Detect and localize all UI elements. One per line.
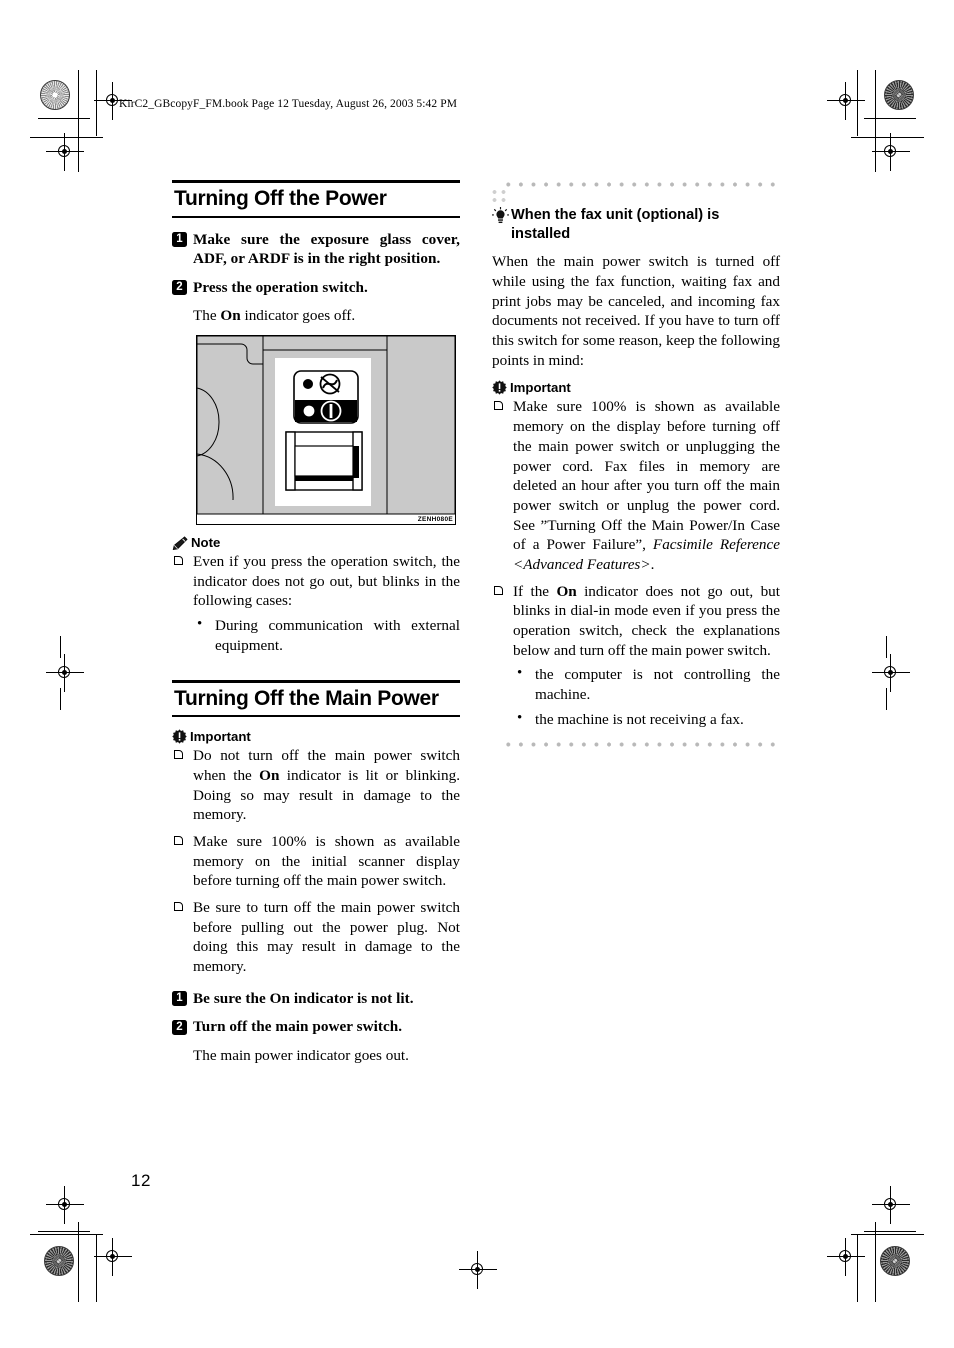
right-column: When the fax unit (optional) is installe… (490, 180, 780, 747)
important-item-text: Make sure 100% is shown as available mem… (513, 398, 780, 554)
note-sublist-item: During communication with external equip… (193, 615, 460, 656)
on-indicator-label: On (259, 766, 280, 784)
running-head: KirC2_GBcopyF_FM.book Page 12 Tuesday, A… (119, 98, 458, 110)
important-label-text: Important (510, 380, 571, 396)
tip-callout: When the fax unit (optional) is installe… (490, 180, 780, 747)
note-label: Note (172, 535, 460, 550)
registration-crosshair (872, 133, 910, 171)
on-indicator-label: On (556, 582, 577, 600)
crop-rule (864, 118, 916, 120)
important-list-item: Make sure 100% is shown as available mem… (492, 397, 780, 574)
important-item-text-end: . (650, 555, 655, 573)
figure-code: ZENH080E (417, 516, 453, 524)
square-bullet-icon (174, 556, 183, 566)
page-number: 12 (131, 1171, 151, 1190)
registration-crosshair (872, 654, 910, 692)
important-list-item: Do not turn off the main power switch wh… (172, 746, 460, 825)
step-result-text: The On indicator goes off. (193, 306, 460, 326)
dotted-rule-top (490, 182, 780, 202)
crop-rule (886, 688, 888, 710)
crop-rule (851, 1234, 924, 1236)
crop-rule (875, 70, 877, 172)
step-result-prefix: The (193, 307, 221, 325)
section-heading-turning-off-the-power: Turning Off the Power (172, 180, 460, 218)
crop-rule (886, 636, 888, 658)
crop-rule (78, 70, 80, 172)
step-result-text: The main power indicator goes out. (193, 1046, 409, 1064)
registration-crosshair (459, 1251, 497, 1289)
registration-crosshair (94, 1238, 132, 1276)
crop-rule (60, 688, 62, 710)
step-item: 2 Turn off the main power switch. (172, 1017, 460, 1037)
crop-rule (60, 636, 62, 658)
section-heading-turning-off-the-main-power: Turning Off the Main Power (172, 679, 460, 718)
registration-crosshair (46, 133, 84, 171)
important-list-item: If the On indicator does not go out, but… (492, 582, 780, 730)
step-item: 1 Be sure the On indicator is not lit. (172, 989, 460, 1009)
dotted-rule-bottom (502, 741, 780, 747)
important-list-item: Make sure 100% is shown as available mem… (172, 832, 460, 891)
pencil-icon (172, 536, 188, 550)
important-item-text: Make sure 100% is shown as available mem… (193, 832, 460, 890)
crop-rule (96, 70, 98, 136)
registration-crosshair (46, 654, 84, 692)
square-bullet-icon (174, 835, 183, 845)
note-sublist: During communication with external equip… (193, 615, 460, 656)
square-bullet-icon (494, 401, 503, 411)
tip-heading-text: When the fax unit (optional) is installe… (511, 207, 720, 242)
crop-rule (96, 1234, 98, 1302)
lightbulb-icon (492, 207, 509, 224)
important-sublist-item: the machine is not receiving a fax. (513, 709, 780, 730)
important-list-item: Be sure to turn off the main power switc… (172, 898, 460, 977)
on-indicator-label: On (220, 307, 241, 325)
square-bullet-icon (174, 750, 183, 760)
note-label-text: Note (191, 535, 221, 551)
step-text: Press the operation switch. (193, 278, 368, 296)
square-bullet-icon (494, 585, 503, 595)
important-icon (172, 729, 187, 744)
step-number-badge: 2 (172, 1019, 187, 1035)
step-result-suffix: indicator goes off. (240, 307, 356, 325)
halftone-target (884, 80, 914, 110)
tip-paragraph: When the main power switch is turned off… (492, 253, 780, 369)
crop-rule (38, 118, 90, 120)
tip-heading: When the fax unit (optional) is installe… (492, 206, 780, 243)
crop-rule (864, 1231, 916, 1233)
important-sublist-item: the computer is not controlling the mach… (513, 664, 780, 705)
step-item: 2 Press the operation switch. (172, 278, 460, 298)
important-label: Important (492, 380, 780, 395)
step-number-badge: 2 (172, 280, 187, 296)
halftone-target (44, 1246, 74, 1276)
step-text: Turn off the main power switch. (193, 1018, 403, 1036)
important-sublist: the computer is not controlling the mach… (513, 664, 780, 730)
important-label: Important (172, 729, 460, 744)
registration-crosshair (46, 1186, 84, 1224)
square-bullet-icon (174, 901, 183, 911)
crop-rule (30, 1234, 103, 1236)
important-item-prefix: If the (513, 582, 557, 600)
step-number-badge: 1 (172, 232, 187, 248)
registration-crosshair (872, 1186, 910, 1224)
crop-rule (38, 1231, 90, 1233)
step-number-badge: 1 (172, 991, 187, 1007)
step-text: Make sure the exposure glass cover, ADF,… (193, 230, 460, 268)
left-column: Turning Off the Power 1 Make sure the ex… (172, 180, 460, 1075)
step-text: Be sure the On indicator is not lit. (193, 989, 414, 1007)
important-label-text: Important (190, 729, 251, 745)
note-list: Even if you press the operation switch, … (172, 552, 460, 656)
step-item: 1 Make sure the exposure glass cover, AD… (172, 230, 460, 269)
registration-crosshair (827, 1238, 865, 1276)
halftone-target (880, 1246, 910, 1276)
illustration-svg (197, 336, 455, 525)
operation-switch-illustration: ZENH080E (196, 335, 456, 526)
halftone-target (40, 80, 70, 110)
important-item-text: Be sure to turn off the main power switc… (193, 898, 460, 976)
registration-crosshair (827, 82, 865, 120)
important-icon (492, 380, 507, 396)
note-list-item: Even if you press the operation switch, … (172, 552, 460, 656)
important-list: Make sure 100% is shown as available mem… (492, 397, 780, 729)
note-item-text: Even if you press the operation switch, … (193, 553, 460, 610)
important-list: Do not turn off the main power switch wh… (172, 746, 460, 977)
